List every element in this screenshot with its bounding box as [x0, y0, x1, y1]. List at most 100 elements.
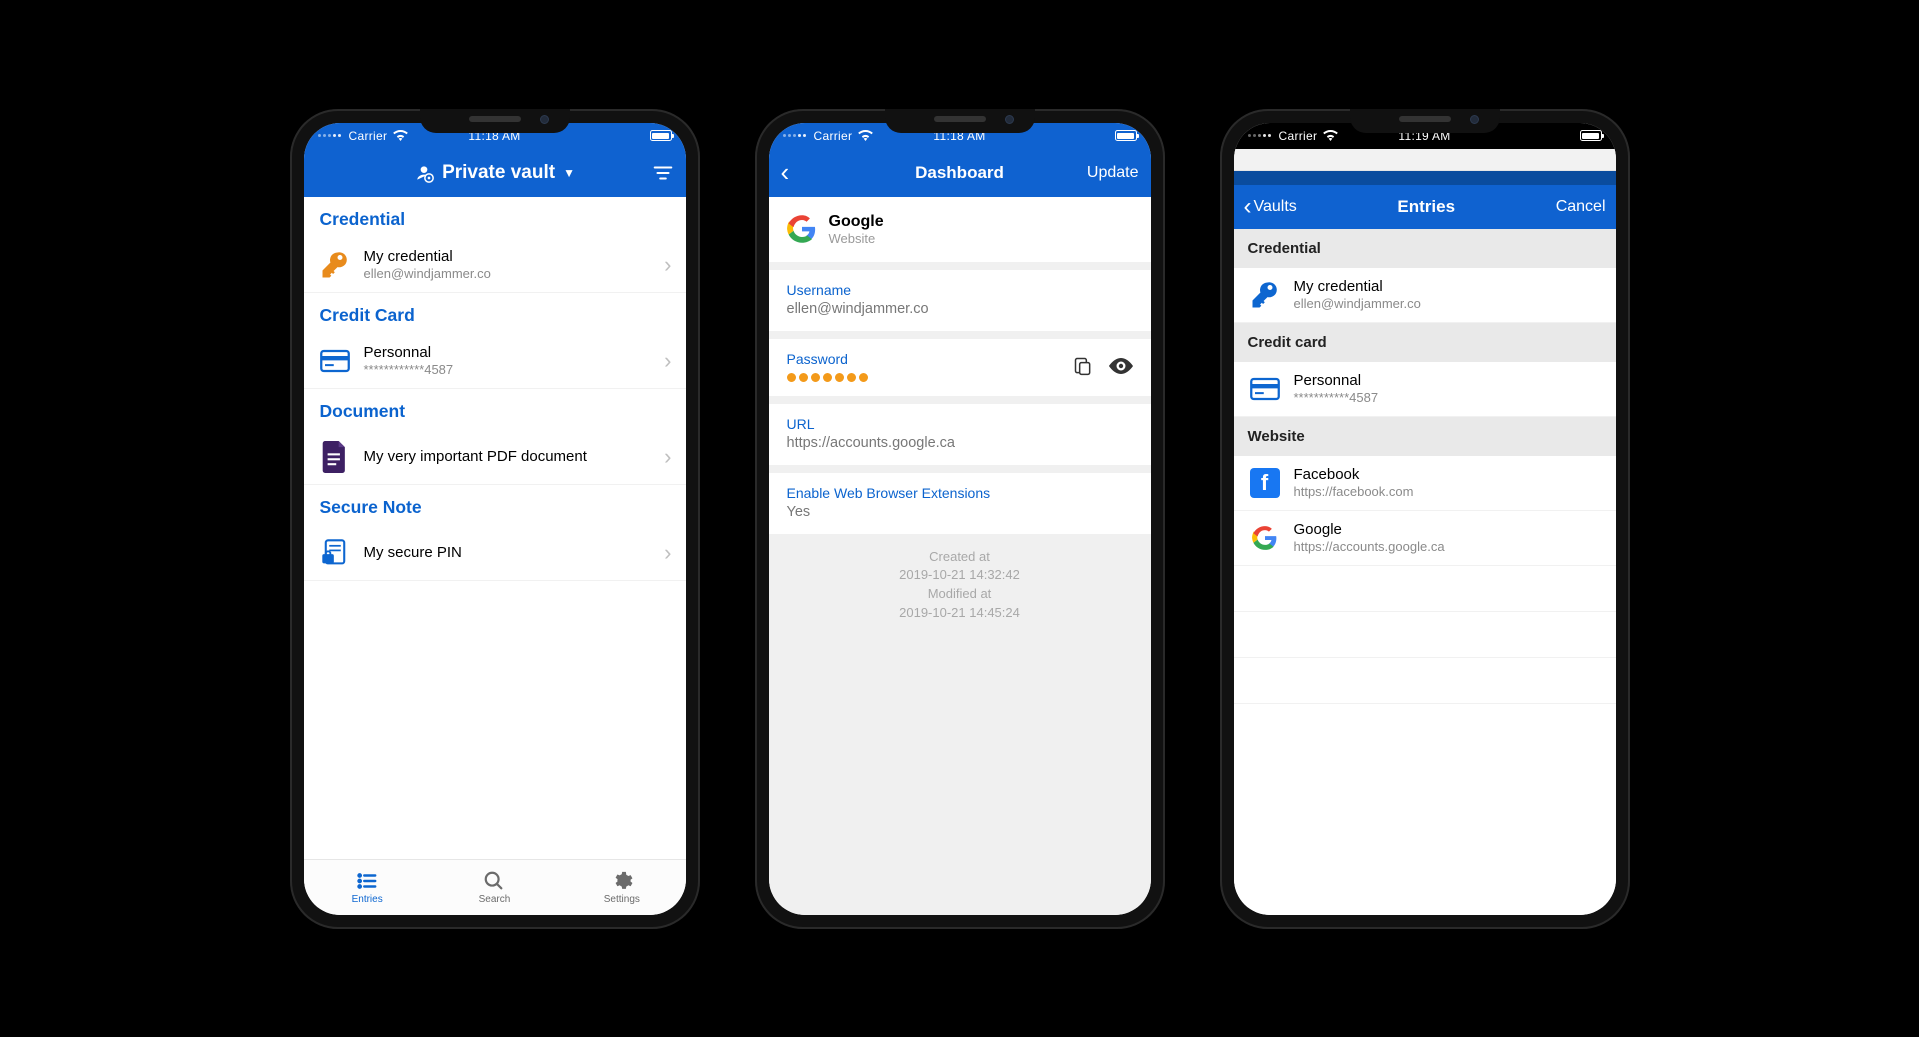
- empty-row: [1234, 566, 1616, 612]
- battery-icon: [650, 130, 672, 141]
- metadata: Created at 2019-10-21 14:32:42 Modified …: [769, 534, 1151, 637]
- reveal-button[interactable]: [1109, 357, 1133, 375]
- entry-row-credential[interactable]: My credentialellen@windjammer.co: [1234, 268, 1616, 323]
- phone-2: Carrier 11:18 AM ‹ Dashboard Update Goog…: [755, 109, 1165, 929]
- navbar: Private vault ▼: [304, 149, 686, 197]
- field-value: ellen@windjammer.co: [787, 301, 1133, 317]
- carrier-label: Carrier: [1279, 129, 1318, 143]
- entry-row-google[interactable]: Googlehttps://accounts.google.ca: [1234, 511, 1616, 566]
- copy-button[interactable]: [1073, 356, 1093, 376]
- google-icon: [1248, 521, 1282, 555]
- wifi-icon: [858, 130, 873, 141]
- vault-title: Private vault: [442, 162, 555, 184]
- section-header-document: Document: [304, 389, 686, 430]
- password-mask: [787, 373, 1057, 382]
- section-header-website: Website: [1234, 417, 1616, 456]
- field-extensions[interactable]: Enable Web Browser Extensions Yes: [769, 473, 1151, 534]
- gear-icon: [610, 869, 634, 893]
- clock: 11:18 AM: [933, 129, 985, 143]
- field-value: https://accounts.google.ca: [787, 435, 1133, 451]
- empty-row: [1234, 658, 1616, 704]
- entries-icon: [355, 869, 379, 893]
- field-value: Yes: [787, 504, 1133, 520]
- status-bar: Carrier 11:19 AM: [1234, 123, 1616, 149]
- entry-title: Google: [1294, 521, 1602, 538]
- chevron-right-icon: ›: [664, 252, 671, 278]
- entry-subtitle: ellen@windjammer.co: [1294, 296, 1602, 311]
- field-label: Enable Web Browser Extensions: [787, 485, 1133, 501]
- status-bar: Carrier 11:18 AM: [769, 123, 1151, 149]
- back-label: Vaults: [1254, 198, 1297, 216]
- google-icon: [787, 214, 817, 244]
- battery-icon: [1580, 130, 1602, 141]
- entry-title: Facebook: [1294, 466, 1602, 483]
- tab-settings[interactable]: Settings: [558, 860, 685, 915]
- key-icon: [1248, 278, 1282, 312]
- entry-row-creditcard[interactable]: Personnal***********4587: [1234, 362, 1616, 417]
- entry-title: Google: [829, 213, 884, 231]
- sheet-top-strip: [1234, 171, 1616, 185]
- filter-icon[interactable]: [652, 162, 674, 184]
- chevron-left-icon: ‹: [1244, 193, 1252, 221]
- field-username[interactable]: Username ellen@windjammer.co: [769, 270, 1151, 331]
- person-vault-icon: [414, 163, 434, 183]
- section-header-creditcard: Credit Card: [304, 293, 686, 334]
- navbar: ‹ Vaults Entries Cancel: [1234, 185, 1616, 229]
- entry-subtitle: ************4587: [364, 362, 653, 377]
- cancel-button[interactable]: Cancel: [1556, 198, 1606, 216]
- entry-title: My credential: [1294, 278, 1602, 295]
- navbar: ‹ Dashboard Update: [769, 149, 1151, 197]
- entry-title: My secure PIN: [364, 544, 653, 561]
- entries-list: Credential My credentialellen@windjammer…: [304, 197, 686, 859]
- phone-1: Carrier 11:18 AM Private vault ▼ Credent…: [290, 109, 700, 929]
- field-label: URL: [787, 416, 1133, 432]
- created-value: 2019-10-21 14:32:42: [783, 566, 1137, 585]
- field-label: Username: [787, 282, 1133, 298]
- entry-row-credential[interactable]: My credentialellen@windjammer.co ›: [304, 238, 686, 293]
- tab-label: Entries: [352, 894, 383, 905]
- entry-row-facebook[interactable]: f Facebookhttps://facebook.com: [1234, 456, 1616, 511]
- secure-note-icon: [318, 536, 352, 570]
- section-header-securenote: Secure Note: [304, 485, 686, 526]
- clock: 11:18 AM: [468, 129, 520, 143]
- entry-title: My very important PDF document: [364, 448, 653, 465]
- chevron-right-icon: ›: [664, 444, 671, 470]
- modified-label: Modified at: [783, 585, 1137, 604]
- wifi-icon: [393, 130, 408, 141]
- entry-title: My credential: [364, 248, 653, 265]
- tab-label: Search: [479, 894, 511, 905]
- field-password[interactable]: Password: [769, 339, 1151, 396]
- nav-title: Dashboard: [915, 163, 1004, 183]
- entry-row-document[interactable]: My very important PDF document ›: [304, 430, 686, 485]
- chevron-right-icon: ›: [664, 348, 671, 374]
- entry-type: Website: [829, 231, 884, 246]
- sheet-background: [1234, 149, 1616, 171]
- carrier-label: Carrier: [814, 129, 853, 143]
- entry-title: Personnal: [364, 344, 653, 361]
- clock: 11:19 AM: [1398, 129, 1450, 143]
- document-icon: [318, 440, 352, 474]
- entry-row-creditcard[interactable]: Personnal************4587 ›: [304, 334, 686, 389]
- back-button[interactable]: ‹ Vaults: [1244, 193, 1297, 221]
- card-icon: [1248, 372, 1282, 406]
- entry-subtitle: https://accounts.google.ca: [1294, 539, 1602, 554]
- facebook-icon: f: [1248, 466, 1282, 500]
- wifi-icon: [1323, 130, 1338, 141]
- section-header-credential: Credential: [1234, 229, 1616, 268]
- update-button[interactable]: Update: [1087, 164, 1139, 182]
- battery-icon: [1115, 130, 1137, 141]
- entry-header: GoogleWebsite: [769, 197, 1151, 262]
- card-icon: [318, 344, 352, 378]
- tab-entries[interactable]: Entries: [304, 860, 431, 915]
- dropdown-caret-icon: ▼: [563, 166, 575, 180]
- modified-value: 2019-10-21 14:45:24: [783, 604, 1137, 623]
- tab-search[interactable]: Search: [431, 860, 558, 915]
- back-button[interactable]: ‹: [781, 157, 790, 188]
- tab-label: Settings: [604, 894, 640, 905]
- entry-subtitle: https://facebook.com: [1294, 484, 1602, 499]
- nav-title: Entries: [1297, 197, 1556, 217]
- vault-selector[interactable]: Private vault ▼: [414, 162, 575, 184]
- entry-row-securenote[interactable]: My secure PIN ›: [304, 526, 686, 581]
- field-url[interactable]: URL https://accounts.google.ca: [769, 404, 1151, 465]
- entry-title: Personnal: [1294, 372, 1602, 389]
